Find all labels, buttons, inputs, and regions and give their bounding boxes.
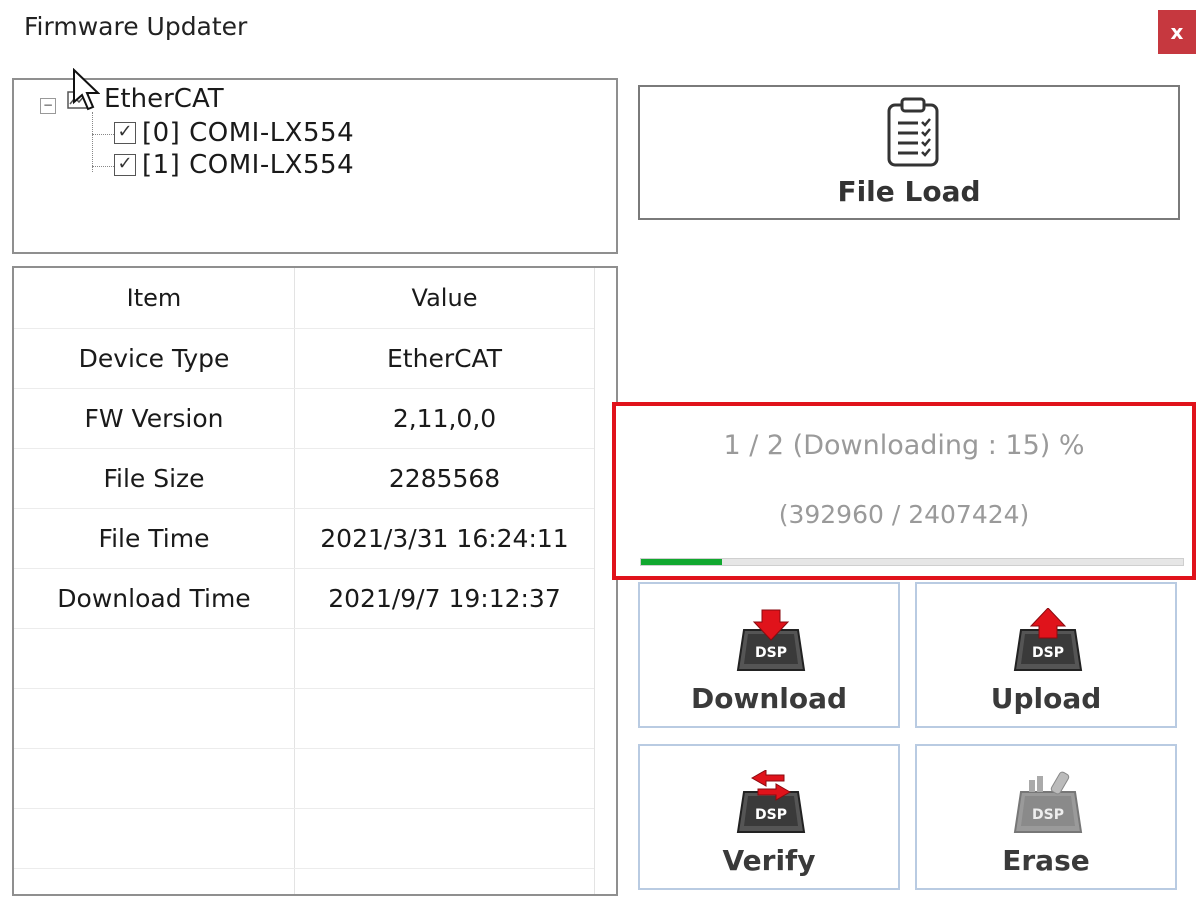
progress-bar-fill <box>641 559 723 565</box>
device-tree[interactable]: − EtherCAT ✓ [0] COMI-LX554 ✓ [1] COMI-L… <box>12 78 618 254</box>
tree-item-device-0[interactable]: ✓ [0] COMI-LX554 <box>114 118 354 148</box>
table-cell-value: 2021/3/31 16:24:11 <box>320 523 569 553</box>
table-row: File Time 2021/3/31 16:24:11 <box>14 508 594 569</box>
tree-item-label: [1] COMI-LX554 <box>142 150 355 180</box>
verify-button[interactable]: DSP Verify <box>638 744 900 890</box>
tree-root-label[interactable]: EtherCAT <box>104 84 224 114</box>
progress-status-text: 1 / 2 (Downloading : 15) % <box>723 430 1085 461</box>
table-row-empty <box>14 808 594 869</box>
dsp-label: DSP <box>755 807 787 823</box>
table-row-empty <box>14 688 594 749</box>
column-header-value: Value <box>411 284 478 312</box>
download-label: Download <box>690 682 848 715</box>
table-row-empty <box>14 748 594 809</box>
column-divider <box>594 268 595 894</box>
dsp-verify-icon: DSP <box>736 770 806 833</box>
tree-item-device-1[interactable]: ✓ [1] COMI-LX554 <box>114 150 354 180</box>
tree-connector <box>92 166 114 167</box>
close-button[interactable]: x <box>1158 10 1196 54</box>
dsp-label: DSP <box>1032 645 1064 661</box>
table-cell-item: File Time <box>98 523 210 553</box>
dsp-upload-icon: DSP <box>1013 608 1083 671</box>
clipboard-checklist-icon <box>887 97 939 167</box>
tree-connector <box>92 134 114 135</box>
download-button[interactable]: DSP Download <box>638 582 900 728</box>
progress-bytes-text: (392960 / 2407424) <box>778 500 1030 529</box>
table-cell-item: Download Time <box>57 583 251 613</box>
table-cell-item: FW Version <box>84 403 224 433</box>
table-cell-value: 2,11,0,0 <box>392 403 497 433</box>
table-cell-item: Device Type <box>78 343 230 373</box>
dsp-download-icon: DSP <box>736 609 806 671</box>
firmware-info-table: Item Value Device Type EtherCAT FW Versi… <box>12 266 618 896</box>
table-row: File Size 2285568 <box>14 448 594 509</box>
upload-label: Upload <box>990 682 1102 715</box>
table-cell-value: 2021/9/7 19:12:37 <box>328 583 561 613</box>
device-0-checkbox[interactable]: ✓ <box>114 122 136 144</box>
table-row: FW Version 2,11,0,0 <box>14 388 594 449</box>
dsp-erase-icon: DSP <box>1013 771 1083 833</box>
erase-label: Erase <box>1002 844 1090 877</box>
dsp-label: DSP <box>1032 807 1064 823</box>
table-header-row: Item Value <box>14 268 594 329</box>
table-row: Device Type EtherCAT <box>14 328 594 389</box>
progress-panel: 1 / 2 (Downloading : 15) % (392960 / 240… <box>612 402 1196 580</box>
progress-bar <box>640 558 1184 566</box>
tree-connector <box>92 112 93 172</box>
table-row: Download Time 2021/9/7 19:12:37 <box>14 568 594 629</box>
collapse-icon[interactable]: − <box>40 98 56 114</box>
upload-button[interactable]: DSP Upload <box>915 582 1177 728</box>
erase-button[interactable]: DSP Erase <box>915 744 1177 890</box>
tree-item-label: [0] COMI-LX554 <box>142 118 355 148</box>
dsp-label: DSP <box>755 645 787 661</box>
table-cell-item: File Size <box>103 463 205 493</box>
table-cell-value: 2285568 <box>388 463 501 493</box>
file-load-button[interactable]: File Load <box>638 85 1180 220</box>
verify-label: Verify <box>722 844 816 877</box>
window-title: Firmware Updater <box>24 12 248 41</box>
mouse-cursor-icon <box>73 68 100 111</box>
table-row-empty <box>14 628 594 689</box>
column-header-item: Item <box>126 284 182 312</box>
file-load-label: File Load <box>837 175 981 208</box>
device-1-checkbox[interactable]: ✓ <box>114 154 136 176</box>
table-cell-value: EtherCAT <box>387 343 502 373</box>
